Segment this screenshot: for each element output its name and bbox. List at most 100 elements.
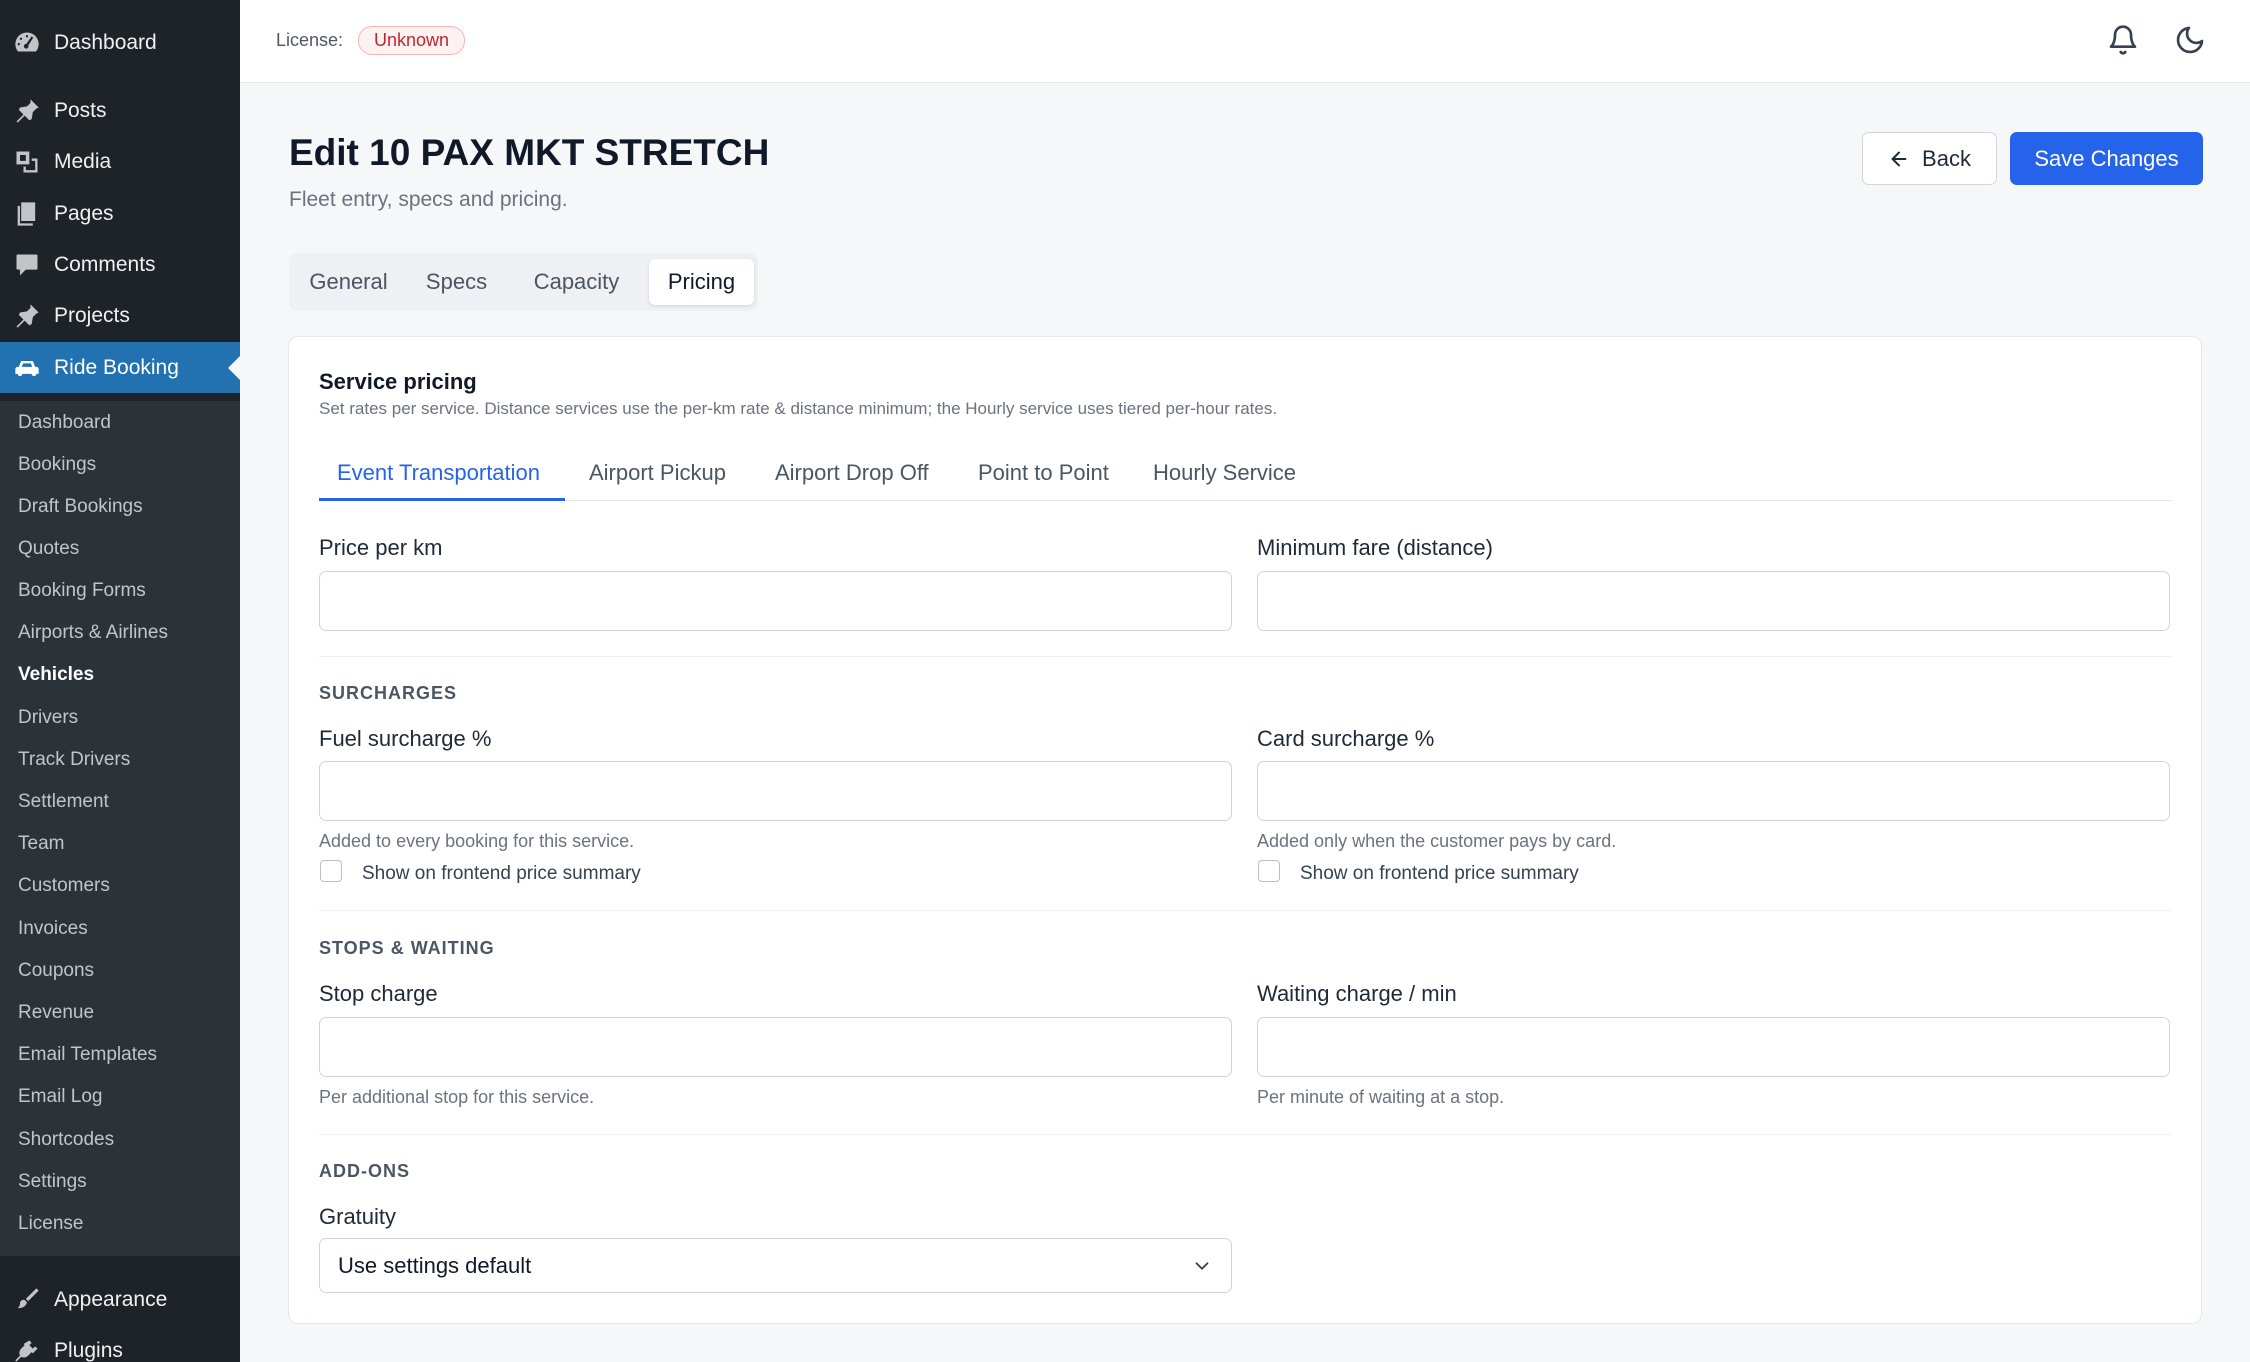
price-per-km-input[interactable] xyxy=(319,571,1232,631)
service-tab-airport-pickup[interactable]: Airport Pickup xyxy=(589,460,726,486)
back-button[interactable]: Back xyxy=(1862,132,1997,185)
section-divider xyxy=(319,1134,2171,1135)
submenu-item-airports-airlines[interactable]: Airports & Airlines xyxy=(18,621,168,645)
media-icon xyxy=(12,147,42,177)
tab-pricing[interactable]: Pricing xyxy=(649,259,754,305)
card-surcharge-help: Added only when the customer pays by car… xyxy=(1257,831,1617,851)
submenu-item-settings[interactable]: Settings xyxy=(18,1170,87,1194)
menu-item-label: Media xyxy=(54,149,112,173)
arrow-left-icon xyxy=(1888,148,1910,170)
pin-icon xyxy=(12,96,42,126)
minimum-fare-input[interactable] xyxy=(1257,571,2170,631)
menu-item-media[interactable]: Media xyxy=(0,136,240,187)
surcharges-heading: SURCHARGES xyxy=(319,683,458,703)
active-menu-arrow xyxy=(228,355,240,380)
menu-item-plugins[interactable]: Plugins xyxy=(0,1325,240,1362)
service-tab-airport-drop-off[interactable]: Airport Drop Off xyxy=(775,460,929,486)
card-surcharge-label: Card surcharge % xyxy=(1257,726,1435,751)
submenu-item-email-templates[interactable]: Email Templates xyxy=(18,1043,157,1067)
submenu-item-booking-forms[interactable]: Booking Forms xyxy=(18,579,146,603)
stops-waiting-heading: STOPS & WAITING xyxy=(319,938,495,958)
gratuity-select[interactable]: Use settings default xyxy=(319,1238,1232,1293)
fuel-show-frontend-checkbox[interactable] xyxy=(320,860,342,882)
fuel-show-frontend-label: Show on frontend price summary xyxy=(362,863,641,884)
tab-specs[interactable]: Specs xyxy=(408,259,505,305)
comment-icon xyxy=(12,250,42,280)
submenu-item-drivers[interactable]: Drivers xyxy=(18,706,78,730)
submenu-item-track-drivers[interactable]: Track Drivers xyxy=(18,748,130,772)
menu-item-label: Pages xyxy=(54,201,114,225)
menu-item-label: Comments xyxy=(54,252,156,276)
submenu-item-invoices[interactable]: Invoices xyxy=(18,917,88,941)
brush-icon xyxy=(12,1285,42,1315)
menu-item-posts[interactable]: Posts xyxy=(0,85,240,136)
page-subtitle: Fleet entry, specs and pricing. xyxy=(289,188,568,211)
service-pricing-description: Set rates per service. Distance services… xyxy=(319,399,1278,418)
minimum-fare-label: Minimum fare (distance) xyxy=(1257,535,1493,560)
admin-sidebar: Dashboard Posts Media Pages Comments Pro… xyxy=(0,0,240,1362)
submenu-item-draft-bookings[interactable]: Draft Bookings xyxy=(18,495,143,519)
page-title: Edit 10 PAX MKT STRETCH xyxy=(289,132,770,173)
service-tab-point-to-point[interactable]: Point to Point xyxy=(978,460,1109,486)
section-divider xyxy=(319,656,2171,657)
submenu-item-bookings[interactable]: Bookings xyxy=(18,453,96,477)
menu-item-label: Plugins xyxy=(54,1338,123,1362)
fuel-surcharge-label: Fuel surcharge % xyxy=(319,726,492,751)
service-tabs-divider xyxy=(319,500,2171,501)
waiting-charge-help: Per minute of waiting at a stop. xyxy=(1257,1087,1505,1107)
moon-icon[interactable] xyxy=(2174,24,2206,56)
menu-item-label: Ride Booking xyxy=(54,355,179,379)
edit-tabs: General Specs Capacity Pricing xyxy=(289,253,758,311)
menu-item-appearance[interactable]: Appearance xyxy=(0,1274,240,1325)
card-surcharge-input[interactable] xyxy=(1257,761,2170,821)
submenu-item-settlement[interactable]: Settlement xyxy=(18,790,109,814)
save-changes-button[interactable]: Save Changes xyxy=(2010,132,2203,185)
service-tab-event-transportation[interactable]: Event Transportation xyxy=(337,460,540,486)
license-status-badge: Unknown xyxy=(358,26,466,55)
submenu-item-dashboard[interactable]: Dashboard xyxy=(18,411,111,435)
gratuity-label: Gratuity xyxy=(319,1204,397,1229)
menu-item-pages[interactable]: Pages xyxy=(0,188,240,239)
menu-item-dashboard[interactable]: Dashboard xyxy=(0,17,240,68)
tab-capacity[interactable]: Capacity xyxy=(511,259,642,305)
submenu-item-revenue[interactable]: Revenue xyxy=(18,1001,94,1025)
submenu-item-coupons[interactable]: Coupons xyxy=(18,959,94,983)
submenu-item-team[interactable]: Team xyxy=(18,832,64,856)
card-show-frontend-label: Show on frontend price summary xyxy=(1300,863,1579,884)
stop-charge-label: Stop charge xyxy=(319,981,438,1006)
section-divider xyxy=(319,910,2171,911)
menu-item-ride-booking[interactable]: Ride Booking xyxy=(0,342,240,393)
submenu-item-license[interactable]: License xyxy=(18,1212,84,1236)
waiting-charge-label: Waiting charge / min xyxy=(1257,981,1457,1006)
submenu-item-customers[interactable]: Customers xyxy=(18,874,110,898)
bell-icon[interactable] xyxy=(2107,24,2139,56)
waiting-charge-input[interactable] xyxy=(1257,1017,2170,1077)
price-per-km-label: Price per km xyxy=(319,535,443,560)
dashboard-icon xyxy=(12,28,42,58)
car-icon xyxy=(12,353,42,383)
stop-charge-help: Per additional stop for this service. xyxy=(319,1087,595,1107)
card-show-frontend-checkbox[interactable] xyxy=(1258,860,1280,882)
menu-item-label: Appearance xyxy=(54,1287,168,1311)
submenu-item-email-log[interactable]: Email Log xyxy=(18,1085,103,1109)
tab-general[interactable]: General xyxy=(295,259,402,305)
submenu-item-shortcodes[interactable]: Shortcodes xyxy=(18,1128,114,1152)
plug-icon xyxy=(12,1336,42,1362)
license-label: License: xyxy=(276,30,344,50)
active-service-tab-indicator xyxy=(319,498,565,501)
stop-charge-input[interactable] xyxy=(319,1017,1232,1077)
submenu-item-vehicles[interactable]: Vehicles xyxy=(18,663,94,687)
pages-icon xyxy=(12,199,42,229)
pin-icon xyxy=(12,301,42,331)
menu-item-projects[interactable]: Projects xyxy=(0,290,240,341)
top-bar: License: Unknown xyxy=(240,0,2250,83)
ride-booking-submenu: Dashboard Bookings Draft Bookings Quotes… xyxy=(0,401,240,1256)
submenu-item-quotes[interactable]: Quotes xyxy=(18,537,79,561)
menu-item-label: Posts xyxy=(54,98,107,122)
chevron-down-icon xyxy=(1191,1255,1213,1277)
menu-item-comments[interactable]: Comments xyxy=(0,239,240,290)
service-tab-hourly-service[interactable]: Hourly Service xyxy=(1153,460,1296,486)
menu-item-label: Dashboard xyxy=(54,30,157,54)
menu-item-label: Projects xyxy=(54,303,130,327)
fuel-surcharge-input[interactable] xyxy=(319,761,1232,821)
